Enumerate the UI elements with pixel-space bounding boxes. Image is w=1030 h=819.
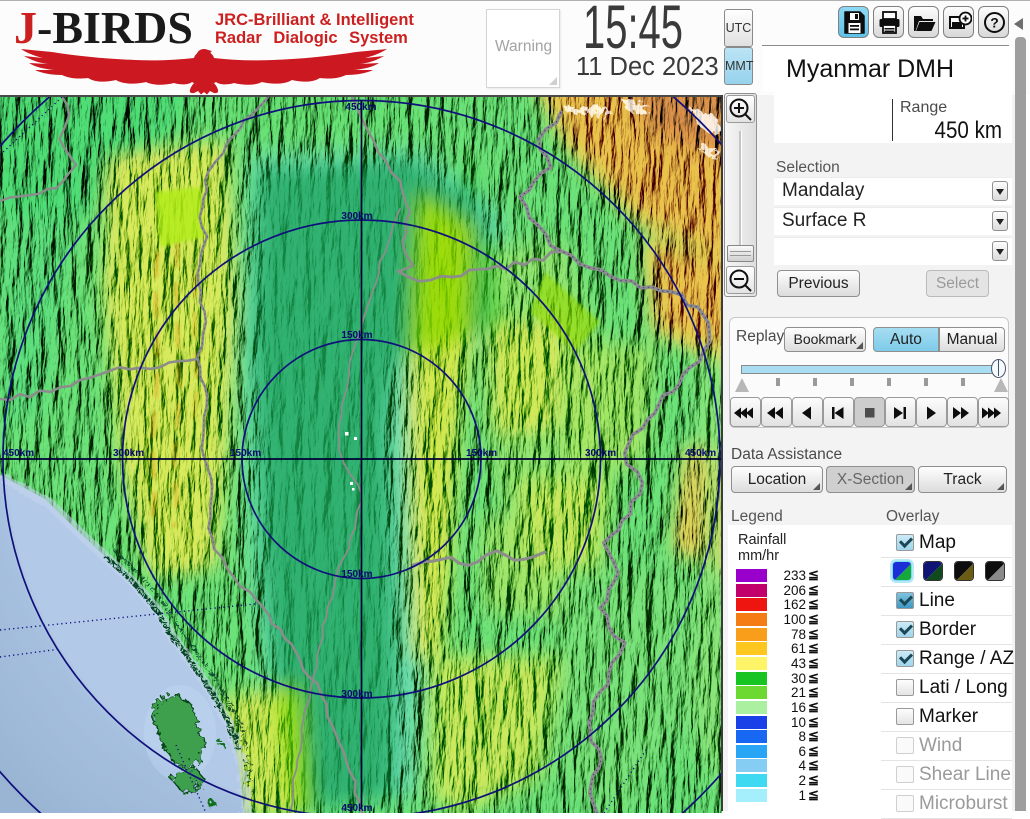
svg-text:300km: 300km [113, 448, 144, 459]
svg-text:300km: 300km [585, 448, 616, 459]
svg-text:450km: 450km [345, 102, 376, 113]
svg-text:450km: 450km [685, 448, 716, 459]
svg-text:450km: 450km [341, 803, 372, 813]
svg-text:?: ? [990, 15, 999, 31]
svg-text:300km: 300km [341, 211, 372, 222]
svg-text:300km: 300km [341, 689, 372, 700]
svg-text:150km: 150km [466, 448, 497, 459]
svg-text:450km: 450km [3, 448, 34, 459]
svg-text:150km: 150km [341, 569, 372, 580]
svg-text:150km: 150km [341, 330, 372, 341]
svg-text:150km: 150km [230, 448, 261, 459]
